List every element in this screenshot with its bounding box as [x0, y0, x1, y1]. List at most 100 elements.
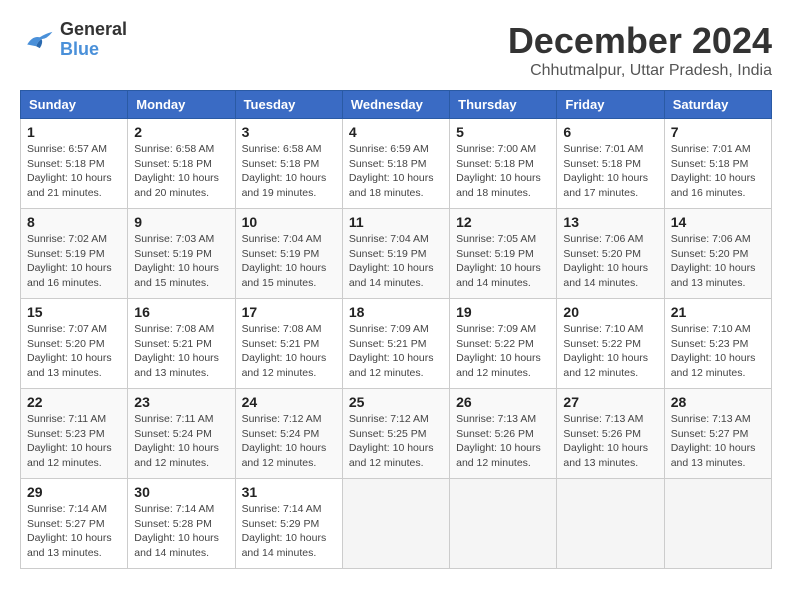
day-info: Sunrise: 7:13 AM Sunset: 5:27 PM Dayligh…	[671, 412, 765, 471]
calendar-cell: 1Sunrise: 6:57 AM Sunset: 5:18 PM Daylig…	[21, 119, 128, 209]
weekday-tuesday: Tuesday	[235, 91, 342, 119]
day-info: Sunrise: 7:08 AM Sunset: 5:21 PM Dayligh…	[134, 322, 228, 381]
calendar-cell: 22Sunrise: 7:11 AM Sunset: 5:23 PM Dayli…	[21, 389, 128, 479]
day-number: 17	[242, 304, 336, 320]
calendar-cell: 8 Sunrise: 7:02 AM Sunset: 5:19 PM Daylig…	[21, 209, 128, 299]
day-number: 27	[563, 394, 657, 410]
calendar-cell: 7Sunrise: 7:01 AM Sunset: 5:18 PM Daylig…	[664, 119, 771, 209]
day-number: 4	[349, 124, 443, 140]
month-title: December 2024	[508, 20, 772, 62]
calendar-cell: 2 Sunrise: 6:58 AM Sunset: 5:18 PM Daylig…	[128, 119, 235, 209]
calendar-cell	[342, 479, 449, 569]
day-number: 11	[349, 214, 443, 230]
calendar-body: 1Sunrise: 6:57 AM Sunset: 5:18 PM Daylig…	[21, 119, 772, 569]
day-number: 5	[456, 124, 550, 140]
calendar-cell: 18 Sunrise: 7:09 AM Sunset: 5:21 PM Dayli…	[342, 299, 449, 389]
weekday-wednesday: Wednesday	[342, 91, 449, 119]
day-number: 18	[349, 304, 443, 320]
day-number: 12	[456, 214, 550, 230]
calendar-cell: 27 Sunrise: 7:13 AM Sunset: 5:26 PM Dayli…	[557, 389, 664, 479]
calendar-cell: 3 Sunrise: 6:58 AM Sunset: 5:18 PM Daylig…	[235, 119, 342, 209]
logo-bird-icon	[20, 26, 56, 54]
calendar-cell: 23Sunrise: 7:11 AM Sunset: 5:24 PM Dayli…	[128, 389, 235, 479]
day-info: Sunrise: 7:14 AM Sunset: 5:29 PM Dayligh…	[242, 502, 336, 561]
logo-line1: General	[60, 20, 127, 40]
day-info: Sunrise: 7:10 AM Sunset: 5:22 PM Dayligh…	[563, 322, 657, 381]
calendar-cell: 17 Sunrise: 7:08 AM Sunset: 5:21 PM Dayli…	[235, 299, 342, 389]
day-info: Sunrise: 7:04 AM Sunset: 5:19 PM Dayligh…	[349, 232, 443, 291]
day-number: 28	[671, 394, 765, 410]
location: Chhutmalpur, Uttar Pradesh, India	[508, 62, 772, 80]
calendar-table: SundayMondayTuesdayWednesdayThursdayFrid…	[20, 90, 772, 569]
calendar-cell: 13Sunrise: 7:06 AM Sunset: 5:20 PM Dayli…	[557, 209, 664, 299]
day-number: 25	[349, 394, 443, 410]
page-header: General Blue December 2024 Chhutmalpur, …	[20, 20, 772, 80]
day-info: Sunrise: 7:14 AM Sunset: 5:28 PM Dayligh…	[134, 502, 228, 561]
day-info: Sunrise: 7:02 AM Sunset: 5:19 PM Dayligh…	[27, 232, 121, 291]
day-info: Sunrise: 7:07 AM Sunset: 5:20 PM Dayligh…	[27, 322, 121, 381]
day-number: 6	[563, 124, 657, 140]
day-info: Sunrise: 6:59 AM Sunset: 5:18 PM Dayligh…	[349, 142, 443, 201]
day-info: Sunrise: 6:58 AM Sunset: 5:18 PM Dayligh…	[242, 142, 336, 201]
calendar-week-5: 29 Sunrise: 7:14 AM Sunset: 5:27 PM Dayli…	[21, 479, 772, 569]
calendar-cell: 26 Sunrise: 7:13 AM Sunset: 5:26 PM Dayli…	[450, 389, 557, 479]
day-info: Sunrise: 7:10 AM Sunset: 5:23 PM Dayligh…	[671, 322, 765, 381]
day-number: 29	[27, 484, 121, 500]
day-number: 14	[671, 214, 765, 230]
day-number: 3	[242, 124, 336, 140]
calendar-cell: 21 Sunrise: 7:10 AM Sunset: 5:23 PM Dayli…	[664, 299, 771, 389]
day-number: 31	[242, 484, 336, 500]
calendar-cell: 5Sunrise: 7:00 AM Sunset: 5:18 PM Daylig…	[450, 119, 557, 209]
day-info: Sunrise: 7:04 AM Sunset: 5:19 PM Dayligh…	[242, 232, 336, 291]
day-number: 30	[134, 484, 228, 500]
day-info: Sunrise: 7:01 AM Sunset: 5:18 PM Dayligh…	[563, 142, 657, 201]
weekday-saturday: Saturday	[664, 91, 771, 119]
calendar-cell	[557, 479, 664, 569]
calendar-cell: 10 Sunrise: 7:04 AM Sunset: 5:19 PM Dayli…	[235, 209, 342, 299]
day-info: Sunrise: 7:14 AM Sunset: 5:27 PM Dayligh…	[27, 502, 121, 561]
calendar-cell: 31 Sunrise: 7:14 AM Sunset: 5:29 PM Dayli…	[235, 479, 342, 569]
weekday-sunday: Sunday	[21, 91, 128, 119]
day-info: Sunrise: 7:13 AM Sunset: 5:26 PM Dayligh…	[456, 412, 550, 471]
calendar-cell: 12 Sunrise: 7:05 AM Sunset: 5:19 PM Dayli…	[450, 209, 557, 299]
day-number: 21	[671, 304, 765, 320]
day-info: Sunrise: 7:05 AM Sunset: 5:19 PM Dayligh…	[456, 232, 550, 291]
day-number: 20	[563, 304, 657, 320]
day-info: Sunrise: 7:12 AM Sunset: 5:24 PM Dayligh…	[242, 412, 336, 471]
day-info: Sunrise: 6:58 AM Sunset: 5:18 PM Dayligh…	[134, 142, 228, 201]
calendar-cell: 6 Sunrise: 7:01 AM Sunset: 5:18 PM Daylig…	[557, 119, 664, 209]
weekday-header-row: SundayMondayTuesdayWednesdayThursdayFrid…	[21, 91, 772, 119]
calendar-week-3: 15Sunrise: 7:07 AM Sunset: 5:20 PM Dayli…	[21, 299, 772, 389]
calendar-week-2: 8 Sunrise: 7:02 AM Sunset: 5:19 PM Daylig…	[21, 209, 772, 299]
logo-line2: Blue	[60, 40, 127, 60]
calendar-cell: 14 Sunrise: 7:06 AM Sunset: 5:20 PM Dayli…	[664, 209, 771, 299]
calendar-cell	[450, 479, 557, 569]
day-number: 26	[456, 394, 550, 410]
calendar-cell: 29 Sunrise: 7:14 AM Sunset: 5:27 PM Dayli…	[21, 479, 128, 569]
calendar-cell: 16 Sunrise: 7:08 AM Sunset: 5:21 PM Dayli…	[128, 299, 235, 389]
title-block: December 2024 Chhutmalpur, Uttar Pradesh…	[508, 20, 772, 80]
day-number: 16	[134, 304, 228, 320]
day-info: Sunrise: 7:06 AM Sunset: 5:20 PM Dayligh…	[671, 232, 765, 291]
day-info: Sunrise: 7:13 AM Sunset: 5:26 PM Dayligh…	[563, 412, 657, 471]
calendar-cell: 4 Sunrise: 6:59 AM Sunset: 5:18 PM Daylig…	[342, 119, 449, 209]
calendar-cell: 24Sunrise: 7:12 AM Sunset: 5:24 PM Dayli…	[235, 389, 342, 479]
day-info: Sunrise: 7:09 AM Sunset: 5:21 PM Dayligh…	[349, 322, 443, 381]
calendar-cell: 15Sunrise: 7:07 AM Sunset: 5:20 PM Dayli…	[21, 299, 128, 389]
day-number: 10	[242, 214, 336, 230]
day-number: 9	[134, 214, 228, 230]
calendar-cell: 28 Sunrise: 7:13 AM Sunset: 5:27 PM Dayli…	[664, 389, 771, 479]
weekday-friday: Friday	[557, 91, 664, 119]
calendar-cell: 19Sunrise: 7:09 AM Sunset: 5:22 PM Dayli…	[450, 299, 557, 389]
day-number: 22	[27, 394, 121, 410]
day-number: 8	[27, 214, 121, 230]
calendar-week-4: 22Sunrise: 7:11 AM Sunset: 5:23 PM Dayli…	[21, 389, 772, 479]
day-info: Sunrise: 7:08 AM Sunset: 5:21 PM Dayligh…	[242, 322, 336, 381]
day-info: Sunrise: 7:03 AM Sunset: 5:19 PM Dayligh…	[134, 232, 228, 291]
calendar-week-1: 1Sunrise: 6:57 AM Sunset: 5:18 PM Daylig…	[21, 119, 772, 209]
logo: General Blue	[20, 20, 127, 60]
day-info: Sunrise: 6:57 AM Sunset: 5:18 PM Dayligh…	[27, 142, 121, 201]
day-number: 7	[671, 124, 765, 140]
day-number: 2	[134, 124, 228, 140]
day-info: Sunrise: 7:12 AM Sunset: 5:25 PM Dayligh…	[349, 412, 443, 471]
